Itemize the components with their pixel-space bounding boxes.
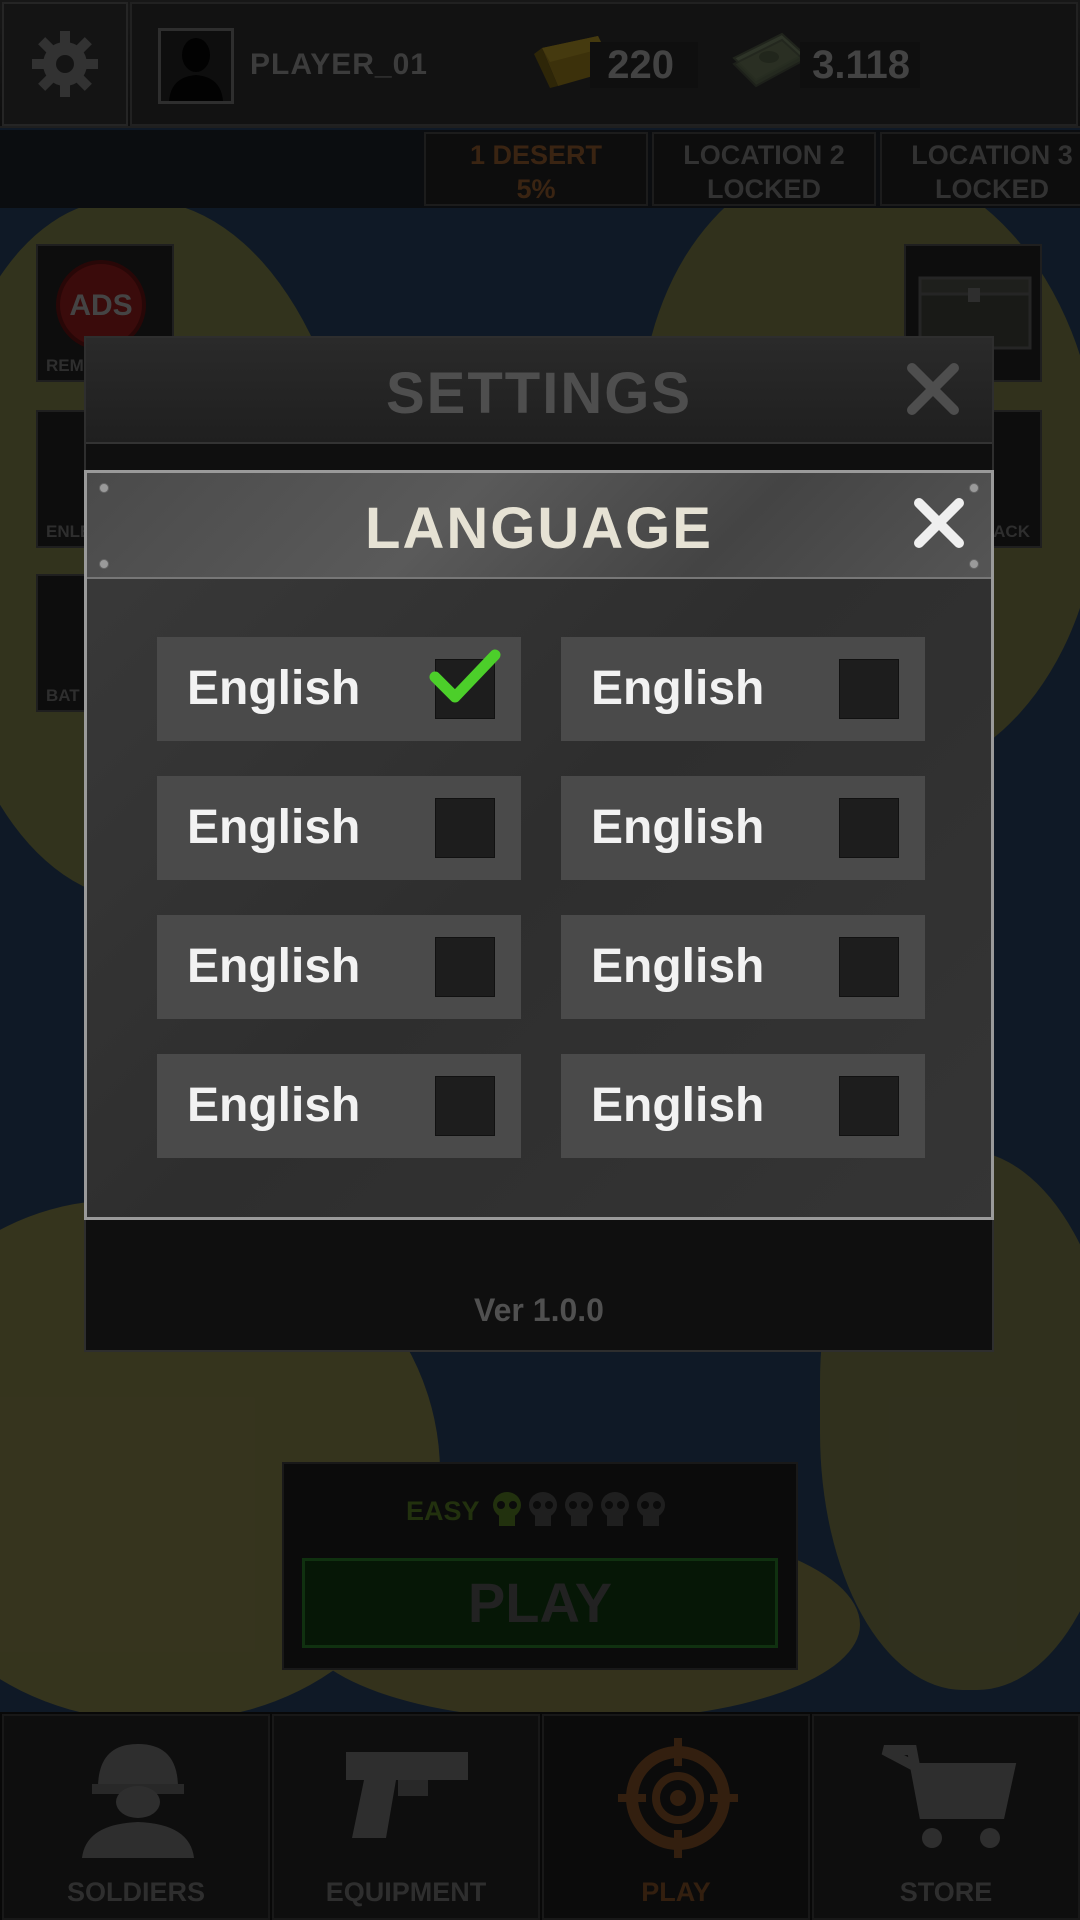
settings-close-icon[interactable] <box>904 360 962 418</box>
language-option-label: English <box>591 940 765 993</box>
rivet <box>99 483 109 493</box>
language-checkbox[interactable] <box>839 798 899 858</box>
language-option-label: English <box>591 1079 765 1132</box>
language-option-3[interactable]: English <box>157 776 521 880</box>
language-checkbox[interactable] <box>839 1076 899 1136</box>
language-option-6[interactable]: English <box>561 915 925 1019</box>
language-option-5[interactable]: English <box>157 915 521 1019</box>
language-checkbox[interactable] <box>435 798 495 858</box>
language-option-label: English <box>591 801 765 854</box>
language-checkbox[interactable] <box>435 1076 495 1136</box>
checkmark-icon <box>429 649 501 703</box>
language-option-label: English <box>591 662 765 715</box>
language-option-label: English <box>187 801 361 854</box>
language-option-label: English <box>187 662 361 715</box>
language-option-2[interactable]: English <box>561 637 925 741</box>
language-checkbox[interactable] <box>435 937 495 997</box>
language-option-8[interactable]: English <box>561 1054 925 1158</box>
language-option-7[interactable]: English <box>157 1054 521 1158</box>
language-checkbox[interactable] <box>839 937 899 997</box>
close-icon[interactable] <box>911 495 967 551</box>
settings-header: SETTINGS <box>86 338 992 444</box>
settings-title: SETTINGS <box>385 361 693 426</box>
language-checkbox[interactable] <box>839 659 899 719</box>
rivet <box>969 483 979 493</box>
language-header: LANGUAGE <box>87 473 991 579</box>
language-option-label: English <box>187 1079 361 1132</box>
language-title: LANGUAGE <box>365 496 713 561</box>
language-option-label: English <box>187 940 361 993</box>
language-option-1[interactable]: English <box>157 637 521 741</box>
language-option-4[interactable]: English <box>561 776 925 880</box>
version-label: Ver 1.0.0 <box>474 1292 604 1328</box>
language-dialog: LANGUAGE English English English English… <box>84 470 994 1220</box>
